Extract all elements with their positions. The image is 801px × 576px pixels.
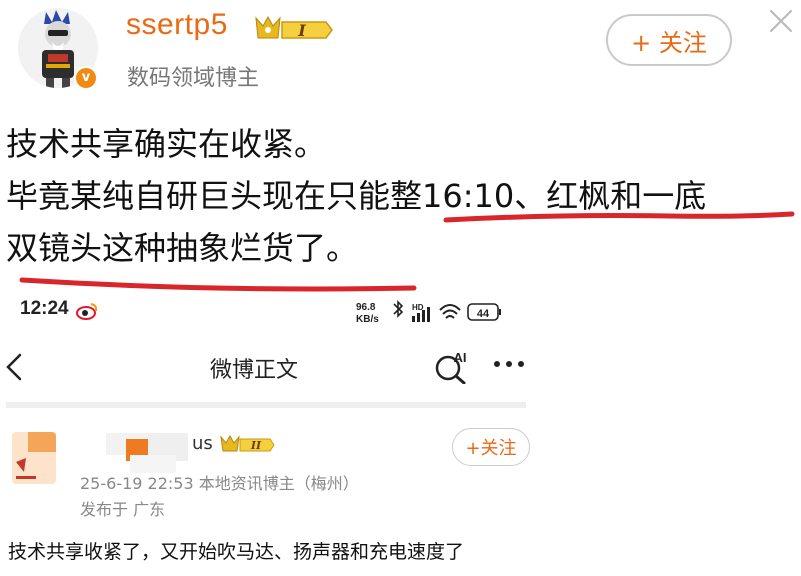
- follow-button[interactable]: + 关注: [606, 14, 732, 66]
- level-crown-badge-icon: II: [220, 434, 275, 452]
- post-text-line: 技术共享确实在收紧。: [6, 125, 327, 163]
- embedded-author-location: 发布于 广东: [80, 500, 166, 519]
- embedded-author-name[interactable]: us: [192, 433, 213, 454]
- embedded-author-meta: 25-6-19 22:53 本地资讯博主（梅州）: [80, 474, 359, 493]
- wifi-icon: [439, 304, 461, 319]
- username[interactable]: ssertp5: [126, 8, 228, 42]
- battery-level: 44: [477, 308, 490, 320]
- blurred-username-mask: [106, 433, 188, 473]
- net-speed-top: 96.8: [356, 302, 376, 313]
- ai-search-icon[interactable]: AI: [434, 348, 470, 384]
- level-badge-text: I: [297, 21, 306, 40]
- status-time: 12:24: [20, 298, 69, 319]
- divider: [6, 402, 526, 408]
- system-status-icons: 96.8 KB/s HD 44: [356, 300, 501, 325]
- back-arrow-icon[interactable]: [4, 352, 24, 382]
- embedded-post-text: 技术共享收紧了，又开始吹马达、扬声器和充电速度了: [8, 541, 465, 563]
- level-crown-badge-icon: I: [255, 15, 333, 40]
- net-speed-bottom: KB/s: [356, 314, 379, 325]
- avatar-image-icon: [12, 432, 56, 484]
- user-title: 数码领域博主: [127, 66, 260, 91]
- close-icon[interactable]: [768, 8, 794, 34]
- verified-badge: v: [74, 66, 98, 90]
- weibo-logo-icon: [76, 303, 98, 320]
- more-options-icon[interactable]: [492, 358, 526, 370]
- bluetooth-icon: [393, 300, 404, 318]
- embedded-nav-bar: 微博正文 AI: [0, 340, 530, 400]
- red-underline-mark: [443, 211, 795, 223]
- embedded-follow-button[interactable]: +关注: [452, 428, 530, 466]
- embedded-status-bar: 12:24 96.8 KB/s HD 44: [14, 298, 514, 326]
- red-underline-mark: [19, 277, 417, 292]
- level-badge-text: II: [250, 439, 262, 452]
- nav-title: 微博正文: [210, 358, 299, 383]
- weibo-post-screenshot: v ssertp5 I 数码领域博主 + 关注 技术共享确实在收紧。 毕竟某纯自…: [0, 0, 801, 576]
- ai-label: AI: [454, 350, 467, 365]
- post-text-line: 双镜头这种抽象烂货了。: [6, 229, 359, 267]
- post-text: 技术共享确实在收紧。 毕竟某纯自研巨头现在只能整16:10、红枫和一底 双镜头这…: [6, 118, 706, 274]
- embedded-author-avatar[interactable]: [12, 432, 56, 484]
